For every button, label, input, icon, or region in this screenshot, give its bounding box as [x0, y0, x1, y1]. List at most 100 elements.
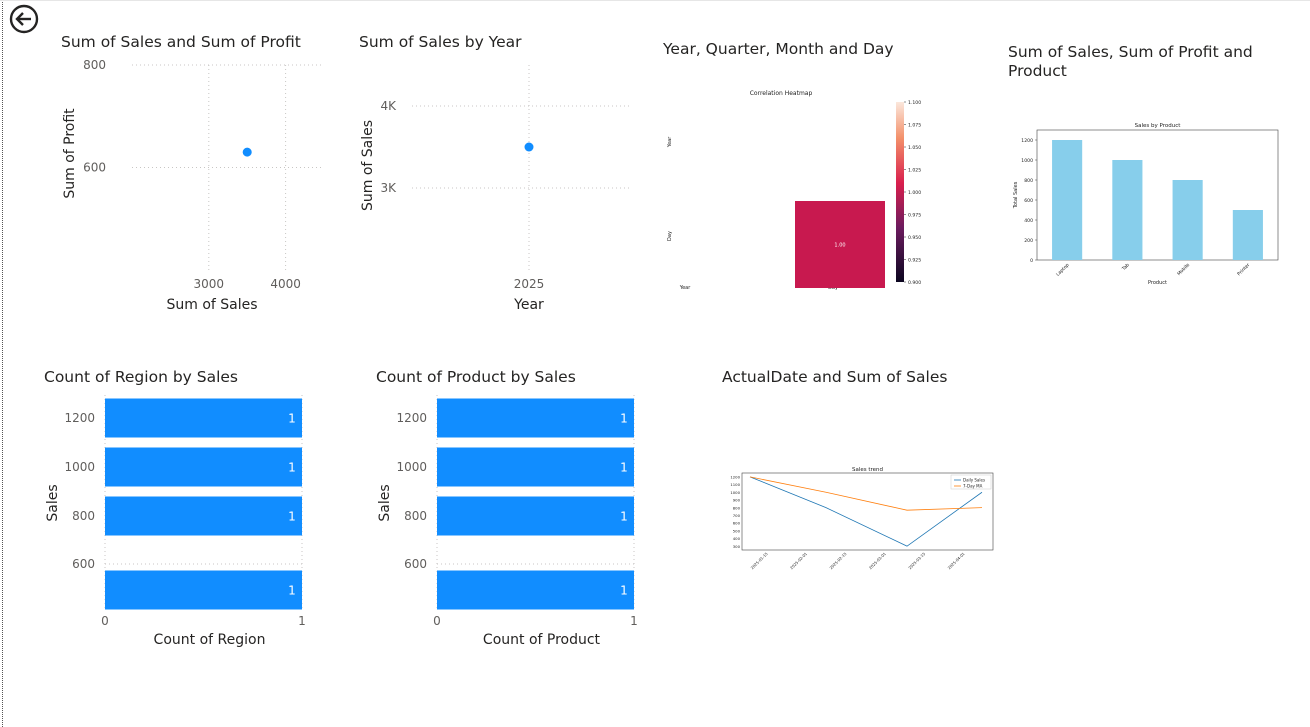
colorbar-label: 1.000	[908, 190, 921, 196]
visual-title: Sum of Sales by Year	[359, 33, 522, 51]
y-axis-label: Sales	[377, 484, 393, 521]
colorbar	[896, 102, 904, 282]
y-tick-label: 300	[733, 544, 741, 549]
visual-title: Count of Product by Sales	[376, 368, 576, 386]
page-left-border	[2, 0, 3, 727]
bar	[105, 398, 302, 438]
y-tick-label: 700	[733, 513, 741, 518]
x-tick-label: 2025-04-01	[947, 551, 967, 571]
line-chart-sales-trend: Sales trend 300 400 500 600 700 800 900 1000 1100…	[730, 467, 994, 571]
visual-title: Sum of Sales and Sum of Profit	[61, 33, 301, 51]
y-tick-label: 900	[733, 498, 741, 503]
bar-chart-sales-by-product: Sales by Product 0 200 400 600 800 1000 1200 Lap…	[1013, 123, 1279, 286]
chart-title: Sales trend	[852, 467, 883, 473]
bar	[437, 398, 634, 438]
y-tick-label: 800	[404, 509, 427, 523]
bar-data-label: 1	[288, 461, 296, 475]
x-tick-label: 0	[101, 614, 109, 628]
bar-data-label: 1	[288, 412, 296, 426]
x-tick-label: Mobile	[1176, 262, 1191, 277]
y-tick-label: 800	[733, 505, 741, 510]
bar	[437, 496, 634, 536]
colorbar-label: 1.025	[908, 167, 921, 173]
x-tick-label: 2025-01-15	[750, 551, 770, 571]
colorbar-label: 0.925	[908, 257, 921, 263]
visual-title-line1: Sum of Sales, Sum of Profit and	[1008, 43, 1253, 61]
y-tick-label: 800	[1024, 178, 1033, 184]
colorbar-label: 0.950	[908, 235, 921, 241]
y-tick-label: 500	[733, 528, 741, 533]
x-axis-label: Count of Product	[483, 632, 601, 648]
x-tick-label: Tab	[1120, 262, 1131, 273]
x-tick-label: 2025-03-15	[907, 551, 927, 571]
heatmap-cell-label: 1.00	[834, 243, 845, 249]
visual-title-line2: Product	[1008, 62, 1067, 80]
colorbar-label: 1.050	[908, 145, 921, 151]
bar	[1172, 180, 1203, 260]
scatter-point	[242, 147, 252, 157]
hbar-chart-product: 1200 1000 800 600 1 1 1 1 0 1 Count of Product Sale…	[377, 395, 638, 648]
bar	[437, 447, 634, 487]
heatmap-image: Correlation HeatmapYearDayYearDay1.001.1…	[667, 90, 921, 291]
scatter-chart-sales-profit: 600 800 3000 4000 Sum of Sales Sum of Profit	[62, 58, 324, 313]
x-tick-label: 2025-02-01	[789, 551, 809, 571]
x-tick-label: Printer	[1236, 262, 1251, 277]
y-tick-label: 1000	[64, 460, 95, 474]
y-tick-label: 600	[72, 557, 95, 571]
x-axis-label: Year	[513, 297, 544, 313]
y-tick-label: 3K	[380, 181, 397, 195]
y-tick-label: 1100	[730, 482, 740, 487]
y-axis-label: Sales	[45, 484, 61, 521]
y-tick-label: 1200	[730, 474, 740, 479]
bar-data-label: 1	[288, 584, 296, 598]
heatmap-row-label: Year	[667, 136, 673, 149]
page-top-border	[0, 0, 1310, 1]
x-tick-label: 2025-03-01	[868, 551, 888, 571]
x-axis-label: Product	[1148, 280, 1167, 286]
y-tick-label: 1000	[730, 490, 740, 495]
scatter-chart-sales-year: 3K 4K 2025 Year Sum of Sales	[360, 65, 632, 313]
bar	[105, 496, 302, 536]
y-tick-label: 200	[1024, 238, 1033, 244]
series-line	[749, 476, 983, 547]
bar-data-label: 1	[288, 510, 296, 524]
y-tick-label: 1200	[64, 411, 95, 425]
visual-title: ActualDate and Sum of Sales	[722, 368, 948, 386]
x-tick-label: 4000	[270, 277, 301, 291]
legend-label: 7-Day MA	[963, 484, 983, 489]
x-tick-label: 1	[630, 614, 638, 628]
hbar-chart-region: 1200 1000 800 600 1 1 1 1 0 1 Count of Region Sales	[45, 395, 306, 648]
y-tick-label: 800	[83, 58, 106, 72]
bar-data-label: 1	[620, 510, 628, 524]
bar-data-label: 1	[620, 412, 628, 426]
y-tick-label: 1200	[396, 411, 427, 425]
bar-data-label: 1	[620, 461, 628, 475]
bar	[105, 570, 302, 610]
bar	[105, 447, 302, 487]
colorbar-label: 1.075	[908, 122, 921, 128]
bar	[1052, 140, 1083, 260]
y-tick-label: 800	[72, 509, 95, 523]
colorbar-label: 1.100	[908, 100, 921, 106]
visual-title: Year, Quarter, Month and Day	[663, 40, 894, 58]
chart-title: Sales by Product	[1135, 123, 1182, 129]
y-tick-label: 0	[1030, 258, 1033, 264]
y-tick-label: 1200	[1021, 138, 1033, 144]
y-tick-label: 600	[733, 521, 741, 526]
bar-data-label: 1	[620, 584, 628, 598]
x-tick-label: 3000	[194, 277, 225, 291]
x-axis-label: Sum of Sales	[166, 297, 257, 313]
y-tick-label: 600	[404, 557, 427, 571]
x-axis-label: Count of Region	[154, 632, 266, 648]
visual-title: Count of Region by Sales	[44, 368, 239, 386]
bar	[1232, 210, 1263, 260]
series-line	[749, 476, 983, 511]
back-arrow-icon[interactable]	[9, 4, 39, 34]
x-tick-label: Laptop	[1055, 262, 1070, 277]
y-tick-label: 1000	[396, 460, 427, 474]
x-tick-label: 0	[433, 614, 441, 628]
bar	[437, 570, 634, 610]
x-tick-label: 2025-02-15	[828, 551, 848, 571]
y-axis-label: Total Sales	[1013, 181, 1019, 209]
y-tick-label: 600	[83, 161, 106, 175]
